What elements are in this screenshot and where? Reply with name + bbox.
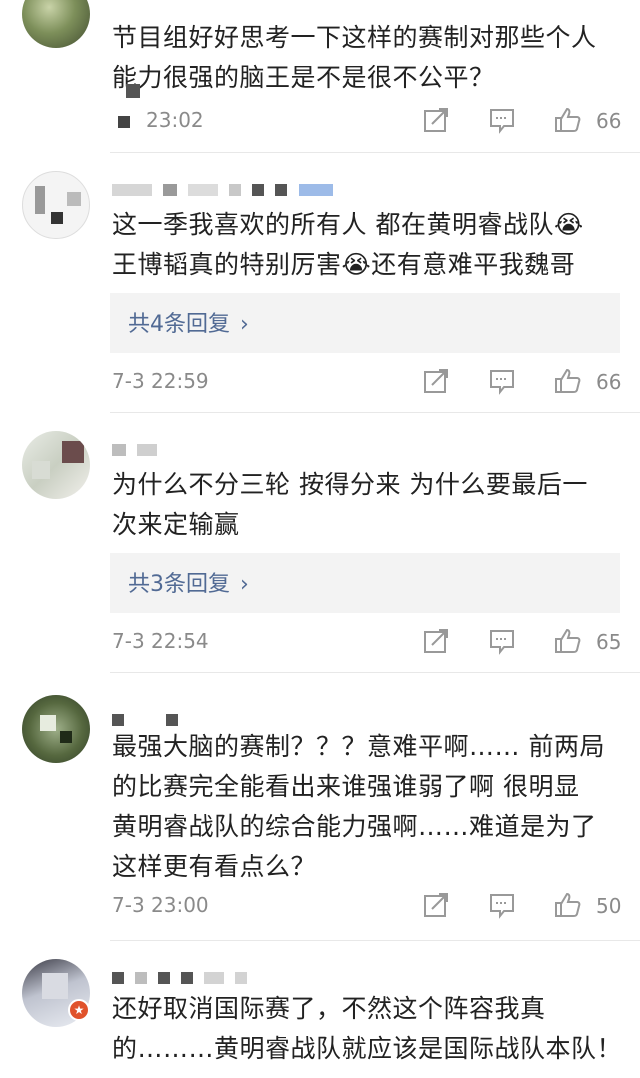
comment-item: 这一季我喜欢的所有人 都在黄明睿战队😭 王博韬真的特别厉害😭还有意难平我魏哥 共… — [0, 153, 640, 415]
comment-line: 能力很强的脑王是不是很不公平？ — [112, 63, 495, 92]
comment-time: 7-3 22:54 — [112, 629, 209, 653]
comment-line: 的比赛完全能看出来谁强谁弱了啊 很明显 — [112, 772, 580, 801]
blurred-name — [126, 84, 140, 98]
like-button[interactable] — [554, 627, 584, 657]
comment-time: 23:02 — [146, 108, 204, 132]
comment-meta: 7-3 23:00 50 — [112, 891, 627, 923]
share-button[interactable] — [422, 891, 452, 921]
view-replies-link[interactable]: 共4条回复 › — [128, 306, 249, 338]
comment-item: ★ 还好取消国际赛了，不然这个阵容我真 的………黄明睿战队就应该是国际战队本队！ — [0, 941, 640, 1078]
avatar[interactable] — [22, 431, 90, 499]
comment-text: 为什么不分三轮 按得分来 为什么要最后一 次来定输赢 — [112, 465, 627, 545]
like-button[interactable] — [554, 891, 584, 921]
share-icon — [424, 369, 448, 393]
avatar[interactable] — [22, 0, 90, 48]
comment-meta: 7-3 22:59 66 — [112, 367, 627, 399]
reply-box[interactable]: 共4条回复 › — [110, 293, 620, 353]
blurred-username — [112, 967, 253, 984]
reply-count-label: 共4条回复 — [128, 312, 230, 337]
share-button[interactable] — [422, 627, 452, 657]
comment-item: 最强大脑的赛制？？？意难平啊…… 前两局 的比赛完全能看出来谁强谁弱了啊 很明显… — [0, 673, 640, 948]
comment-text: 节目组好好思考一下这样的赛制对那些个人 能力很强的脑王是不是很不公平？ — [112, 18, 627, 98]
comment-icon — [490, 630, 514, 655]
view-replies-link[interactable]: 共3条回复 › — [128, 566, 249, 598]
comment-button[interactable] — [488, 891, 518, 921]
chevron-right-icon: › — [240, 572, 249, 597]
blurred-username — [112, 439, 163, 456]
thumbs-up-icon — [555, 368, 581, 393]
blurred-badge — [118, 116, 130, 128]
comment-line: 的………黄明睿战队就应该是国际战队本队！ — [112, 1034, 623, 1063]
thumbs-up-icon — [555, 107, 581, 132]
comment-text: 最强大脑的赛制？？？意难平啊…… 前两局 的比赛完全能看出来谁强谁弱了啊 很明显… — [112, 727, 627, 887]
share-button[interactable] — [422, 367, 452, 397]
comment-line: 最强大脑的赛制？？？意难平啊…… 前两局 — [112, 732, 605, 761]
comment-item: 节目组好好思考一下这样的赛制对那些个人 能力很强的脑王是不是很不公平？ 23:0… — [0, 0, 640, 150]
verified-badge-icon: ★ — [68, 999, 90, 1021]
share-icon — [424, 629, 448, 653]
like-count: 50 — [596, 894, 622, 918]
share-icon — [424, 893, 448, 917]
comment-button[interactable] — [488, 106, 518, 136]
comment-line: 这一季我喜欢的所有人 都在黄明睿战队😭 — [112, 210, 584, 239]
blurred-username — [112, 709, 184, 726]
comment-line: 王博韬真的特别厉害😭还有意难平我魏哥 — [112, 250, 576, 279]
comment-text: 还好取消国际赛了，不然这个阵容我真 的………黄明睿战队就应该是国际战队本队！ — [112, 989, 627, 1069]
chevron-right-icon: › — [240, 312, 249, 337]
like-count: 66 — [596, 109, 622, 133]
comment-line: 还好取消国际赛了，不然这个阵容我真 — [112, 994, 546, 1023]
comment-icon — [490, 109, 514, 134]
like-button[interactable] — [554, 106, 584, 136]
reply-count-label: 共3条回复 — [128, 572, 230, 597]
like-count: 65 — [596, 630, 622, 654]
reply-box[interactable]: 共3条回复 › — [110, 553, 620, 613]
comment-meta: 7-3 22:54 65 — [112, 627, 627, 659]
like-count: 66 — [596, 370, 622, 394]
comment-line: 为什么不分三轮 按得分来 为什么要最后一 — [112, 470, 588, 499]
comment-line: 次来定输赢 — [112, 510, 240, 539]
comment-meta: 23:02 66 — [112, 106, 627, 138]
avatar[interactable] — [22, 695, 90, 763]
comment-text: 这一季我喜欢的所有人 都在黄明睿战队😭 王博韬真的特别厉害😭还有意难平我魏哥 — [112, 205, 627, 285]
thumbs-up-icon — [555, 892, 581, 917]
comment-icon — [490, 894, 514, 919]
comment-icon — [490, 370, 514, 395]
avatar[interactable] — [22, 171, 90, 239]
comment-line: 这样更有看点么？ — [112, 852, 317, 881]
comment-button[interactable] — [488, 367, 518, 397]
share-icon — [424, 108, 448, 132]
comment-button[interactable] — [488, 627, 518, 657]
like-button[interactable] — [554, 367, 584, 397]
thumbs-up-icon — [555, 628, 581, 653]
comment-time: 7-3 22:59 — [112, 369, 209, 393]
comment-time: 7-3 23:00 — [112, 893, 209, 917]
comment-line: 节目组好好思考一下这样的赛制对那些个人 — [112, 23, 597, 52]
share-button[interactable] — [422, 106, 452, 136]
comment-item: 为什么不分三轮 按得分来 为什么要最后一 次来定输赢 共3条回复 › 7-3 22… — [0, 413, 640, 675]
blurred-username — [112, 179, 339, 196]
comment-line: 黄明睿战队的综合能力强啊……难道是为了 — [112, 812, 597, 841]
